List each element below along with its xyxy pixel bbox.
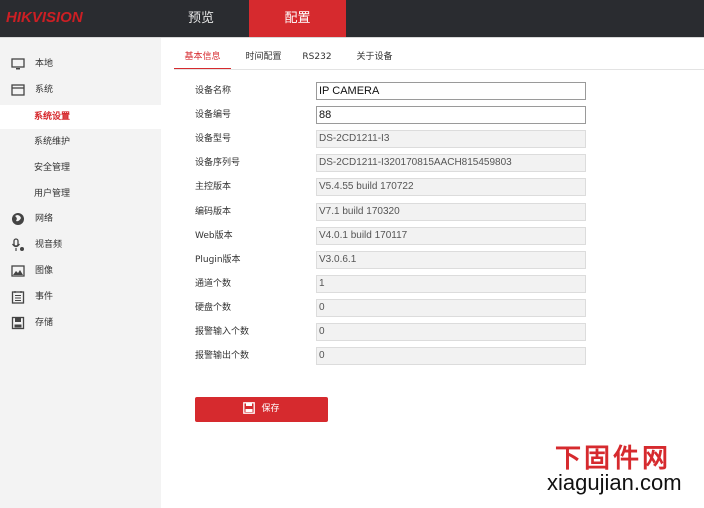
field-label: 编码版本 (195, 207, 232, 217)
firmware-version-field: V5.4.55 build 170722 (316, 178, 586, 196)
sidebar-item-label: 本地 (35, 59, 54, 69)
sidebar-item-storage[interactable]: 存储 (0, 311, 161, 335)
save-button-label: 保存 (261, 404, 280, 414)
form-row-alarm-output-count: 报警输出个数 0 (195, 347, 586, 365)
sidebar-item-local[interactable]: 本地 (0, 52, 161, 76)
tab-time-config[interactable]: 时间配置 (240, 48, 287, 70)
sidebar-item-system[interactable]: 系统 (0, 78, 161, 102)
calendar-icon (11, 291, 25, 304)
web-version-field: V4.0.1 build 170117 (316, 227, 586, 245)
save-button[interactable]: 保存 (195, 397, 328, 422)
sidebar-item-label: 系统维护 (34, 137, 71, 147)
brand-logo: HIKVISION (6, 9, 83, 26)
field-label: 设备型号 (195, 134, 232, 144)
form-row-plugin-version: Plugin版本 V3.0.6.1 (195, 251, 586, 269)
form-row-device-number: 设备编号 88 (195, 106, 586, 124)
plugin-version-field: V3.0.6.1 (316, 251, 586, 269)
field-label: Web版本 (195, 231, 233, 241)
form-row-device-name: 设备名称 IP CAMERA (195, 82, 586, 100)
nav-tab-preview[interactable]: 预览 (162, 0, 240, 37)
tab-basic-info[interactable]: 基本信息 (174, 48, 231, 70)
form-row-hdd-count: 硬盘个数 0 (195, 299, 586, 317)
tab-about-device[interactable]: 关于设备 (352, 48, 397, 70)
sidebar-item-label: 存储 (35, 318, 54, 328)
field-label: 设备序列号 (195, 158, 241, 168)
encoding-version-field: V7.1 build 170320 (316, 203, 586, 221)
sidebar-item-users[interactable]: 用户管理 (0, 182, 161, 206)
sidebar-item-system-settings[interactable]: 系统设置 (0, 105, 161, 129)
save-icon (243, 401, 256, 414)
sidebar-item-label: 系统设置 (34, 112, 71, 122)
sidebar-item-security[interactable]: 安全管理 (0, 156, 161, 180)
sidebar: 本地 系统 系统设置 系统维护 安全管理 用户管理 网络 视音频 图像 事件 存… (0, 38, 161, 508)
field-label: 报警输入个数 (195, 327, 250, 337)
form-row-channel-count: 通道个数 1 (195, 275, 586, 293)
watermark-en: xiagujian.com (547, 470, 682, 495)
sidebar-item-event[interactable]: 事件 (0, 285, 161, 309)
hdd-count-field: 0 (316, 299, 586, 317)
sidebar-item-label: 视音频 (35, 240, 63, 250)
subtab-divider (174, 69, 704, 70)
device-number-input[interactable]: 88 (316, 106, 586, 124)
sidebar-item-label: 系统 (35, 85, 54, 95)
sidebar-item-label: 安全管理 (34, 163, 71, 173)
field-label: 设备编号 (195, 110, 232, 120)
sidebar-item-label: 事件 (35, 292, 54, 302)
mic-icon (12, 238, 24, 251)
image-icon (11, 265, 25, 277)
globe-icon (12, 213, 24, 225)
device-model-field: DS-2CD1211-I3 (316, 130, 586, 148)
alarm-output-count-field: 0 (316, 347, 586, 365)
alarm-input-count-field: 0 (316, 323, 586, 341)
form-row-firmware-version: 主控版本 V5.4.55 build 170722 (195, 178, 586, 196)
top-bar: HIKVISION 预览 配置 (0, 0, 704, 37)
nav-tab-config[interactable]: 配置 (249, 0, 346, 37)
field-label: 主控版本 (195, 182, 232, 192)
form-row-alarm-input-count: 报警输入个数 0 (195, 323, 586, 341)
field-label: 报警输出个数 (195, 351, 250, 361)
sidebar-item-image[interactable]: 图像 (0, 259, 161, 283)
disk-icon (11, 316, 25, 330)
field-label: 设备名称 (195, 86, 232, 96)
sidebar-item-label: 用户管理 (34, 189, 71, 199)
form-row-web-version: Web版本 V4.0.1 build 170117 (195, 227, 586, 245)
tab-rs232[interactable]: RS232 (300, 48, 334, 70)
sidebar-item-system-maintenance[interactable]: 系统维护 (0, 130, 161, 154)
sidebar-item-label: 图像 (35, 266, 54, 276)
serial-number-field: DS-2CD1211-I320170815AACH815459803 (316, 154, 586, 172)
sidebar-item-label: 网络 (35, 214, 54, 224)
form-row-serial-number: 设备序列号 DS-2CD1211-I320170815AACH815459803 (195, 154, 586, 172)
form-row-encoding-version: 编码版本 V7.1 build 170320 (195, 203, 586, 221)
form-row-device-model: 设备型号 DS-2CD1211-I3 (195, 130, 586, 148)
field-label: Plugin版本 (195, 255, 241, 265)
sidebar-item-network[interactable]: 网络 (0, 207, 161, 231)
field-label: 硬盘个数 (195, 303, 232, 313)
field-label: 通道个数 (195, 279, 232, 289)
channel-count-field: 1 (316, 275, 586, 293)
sidebar-item-audio-video[interactable]: 视音频 (0, 233, 161, 257)
device-name-input[interactable]: IP CAMERA (316, 82, 586, 100)
monitor-icon (11, 58, 25, 70)
system-icon (11, 84, 25, 96)
